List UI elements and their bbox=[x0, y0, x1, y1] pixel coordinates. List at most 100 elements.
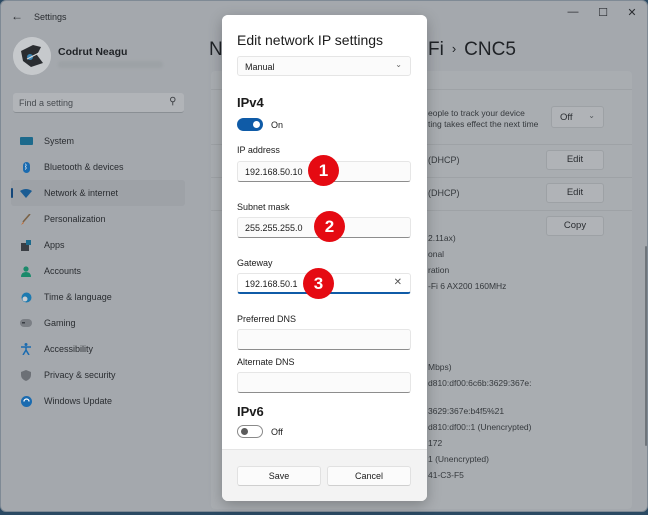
system-icon bbox=[19, 134, 33, 148]
maximize-button[interactable]: ☐ bbox=[593, 6, 613, 19]
sidebar-item-system[interactable]: System bbox=[11, 128, 185, 154]
sidebar-item-windows-update[interactable]: Windows Update bbox=[11, 388, 185, 414]
scrollbar[interactable] bbox=[645, 246, 647, 446]
search-input[interactable]: Find a setting ⚲ bbox=[13, 93, 184, 113]
sidebar-item-label: Time & language bbox=[44, 292, 112, 302]
avatar-image-icon bbox=[13, 37, 51, 75]
alternate-dns-label: Alternate DNS bbox=[237, 357, 295, 367]
chevron-down-icon: ⌄ bbox=[588, 111, 595, 120]
property-value: Mbps) bbox=[428, 362, 452, 372]
preferred-dns-label: Preferred DNS bbox=[237, 314, 297, 324]
sidebar-nav: System ᛒ Bluetooth & devices Network & i… bbox=[11, 128, 185, 414]
close-button[interactable]: ✕ bbox=[622, 6, 642, 19]
subnet-mask-value: 255.255.255.0 bbox=[245, 223, 303, 233]
sidebar-item-bluetooth[interactable]: ᛒ Bluetooth & devices bbox=[11, 154, 185, 180]
edit-ip-dialog: Edit network IP settings Manual ⌄ IPv4 O… bbox=[222, 15, 427, 501]
property-value: onal bbox=[428, 249, 445, 259]
sidebar-item-accessibility[interactable]: Accessibility bbox=[11, 336, 185, 362]
alternate-dns-input[interactable] bbox=[237, 372, 411, 393]
update-icon bbox=[19, 394, 33, 408]
annotation-badge-1: 1 bbox=[308, 155, 339, 186]
copy-button[interactable]: Copy bbox=[546, 216, 604, 236]
sidebar-item-label: Privacy & security bbox=[44, 370, 116, 380]
property-value: 3629:367e:b4f5%21 bbox=[428, 406, 505, 416]
search-icon[interactable]: ⚲ bbox=[169, 96, 176, 107]
breadcrumb-current: CNC5 bbox=[464, 39, 516, 60]
sidebar-item-label: System bbox=[44, 136, 75, 146]
property-value: 172 bbox=[428, 438, 443, 448]
random-hw-desc-2: ting takes effect the next time bbox=[428, 119, 539, 129]
toggle-knob bbox=[241, 428, 248, 435]
ipv4-heading: IPv4 bbox=[237, 95, 264, 110]
chevron-down-icon: ⌄ bbox=[395, 60, 402, 69]
toggle-knob bbox=[253, 121, 260, 128]
ip-assignment-value: (DHCP) bbox=[428, 155, 460, 165]
wifi-icon bbox=[19, 186, 33, 200]
property-value: d810:df00:6c6b:3629:367e: bbox=[428, 378, 532, 388]
user-email-blurred bbox=[58, 61, 163, 68]
property-value: -Fi 6 AX200 160MHz bbox=[428, 281, 507, 291]
ipv4-toggle-label: On bbox=[271, 120, 284, 130]
save-button[interactable]: Save bbox=[237, 466, 321, 486]
shield-icon bbox=[19, 368, 33, 382]
breadcrumb-start[interactable]: N bbox=[209, 39, 223, 61]
gateway-value: 192.168.50.1 bbox=[245, 279, 298, 289]
edit-dns-button[interactable]: Edit bbox=[546, 183, 604, 203]
annotation-badge-3: 3 bbox=[303, 268, 334, 299]
apps-icon bbox=[19, 238, 33, 252]
sidebar-item-accounts[interactable]: Accounts bbox=[11, 258, 185, 284]
gamepad-icon bbox=[19, 316, 33, 330]
cancel-button[interactable]: Cancel bbox=[327, 466, 411, 486]
globe-clock-icon bbox=[19, 290, 33, 304]
annotation-badge-2: 2 bbox=[314, 211, 345, 242]
sidebar-item-network[interactable]: Network & internet bbox=[11, 180, 185, 206]
random-hw-value: Off bbox=[560, 112, 573, 123]
sidebar-item-label: Personalization bbox=[44, 214, 106, 224]
clear-icon[interactable]: ✕ bbox=[394, 277, 402, 288]
ipv4-toggle[interactable] bbox=[237, 118, 263, 131]
dialog-title: Edit network IP settings bbox=[237, 32, 384, 48]
sidebar-item-personalization[interactable]: Personalization bbox=[11, 206, 185, 232]
property-value: 41-C3-F5 bbox=[428, 470, 464, 480]
ipv6-toggle-label: Off bbox=[271, 427, 283, 437]
sidebar-item-privacy[interactable]: Privacy & security bbox=[11, 362, 185, 388]
subnet-mask-label: Subnet mask bbox=[237, 202, 290, 212]
preferred-dns-input[interactable] bbox=[237, 329, 411, 350]
back-button[interactable]: ← bbox=[11, 9, 23, 23]
avatar bbox=[13, 37, 51, 75]
sidebar-item-time-language[interactable]: Time & language bbox=[11, 284, 185, 310]
property-value: 1 (Unencrypted) bbox=[428, 454, 489, 464]
property-value: d810:df00::1 (Unencrypted) bbox=[428, 422, 532, 432]
random-hw-select[interactable]: Off ⌄ bbox=[551, 106, 604, 128]
search-placeholder: Find a setting bbox=[19, 98, 74, 108]
accessibility-icon bbox=[19, 342, 33, 356]
sidebar-item-label: Apps bbox=[44, 240, 65, 250]
dialog-footer: Save Cancel bbox=[222, 449, 427, 501]
sidebar-item-label: Accounts bbox=[44, 266, 82, 276]
ipv6-toggle[interactable] bbox=[237, 425, 263, 438]
ip-mode-select[interactable]: Manual ⌄ bbox=[237, 56, 411, 76]
dns-assignment-value: (DHCP) bbox=[428, 188, 460, 198]
ipv6-heading: IPv6 bbox=[237, 404, 264, 419]
sidebar-item-label: Network & internet bbox=[44, 188, 119, 198]
sidebar-item-label: Bluetooth & devices bbox=[44, 162, 124, 172]
ip-mode-value: Manual bbox=[245, 62, 275, 72]
random-hw-desc-1: eople to track your device bbox=[428, 108, 525, 118]
bluetooth-icon: ᛒ bbox=[22, 161, 30, 173]
brush-icon bbox=[19, 212, 33, 226]
ip-address-value: 192.168.50.10 bbox=[245, 167, 303, 177]
sidebar-item-gaming[interactable]: Gaming bbox=[11, 310, 185, 336]
property-value: ration bbox=[428, 265, 450, 275]
breadcrumb-partial[interactable]: Fi bbox=[428, 39, 444, 60]
gateway-label: Gateway bbox=[237, 258, 273, 268]
breadcrumb-separator-icon: › bbox=[451, 41, 457, 56]
sidebar-item-label: Accessibility bbox=[44, 344, 94, 354]
sidebar-item-apps[interactable]: Apps bbox=[11, 232, 185, 258]
app-title: Settings bbox=[34, 12, 67, 22]
minimize-button[interactable]: — bbox=[563, 6, 583, 18]
user-name: Codrut Neagu bbox=[58, 46, 128, 58]
breadcrumb: Fi › CNC5 bbox=[428, 39, 516, 61]
edit-ip-button[interactable]: Edit bbox=[546, 150, 604, 170]
ip-address-label: IP address bbox=[237, 145, 280, 155]
sidebar-item-label: Gaming bbox=[44, 318, 76, 328]
